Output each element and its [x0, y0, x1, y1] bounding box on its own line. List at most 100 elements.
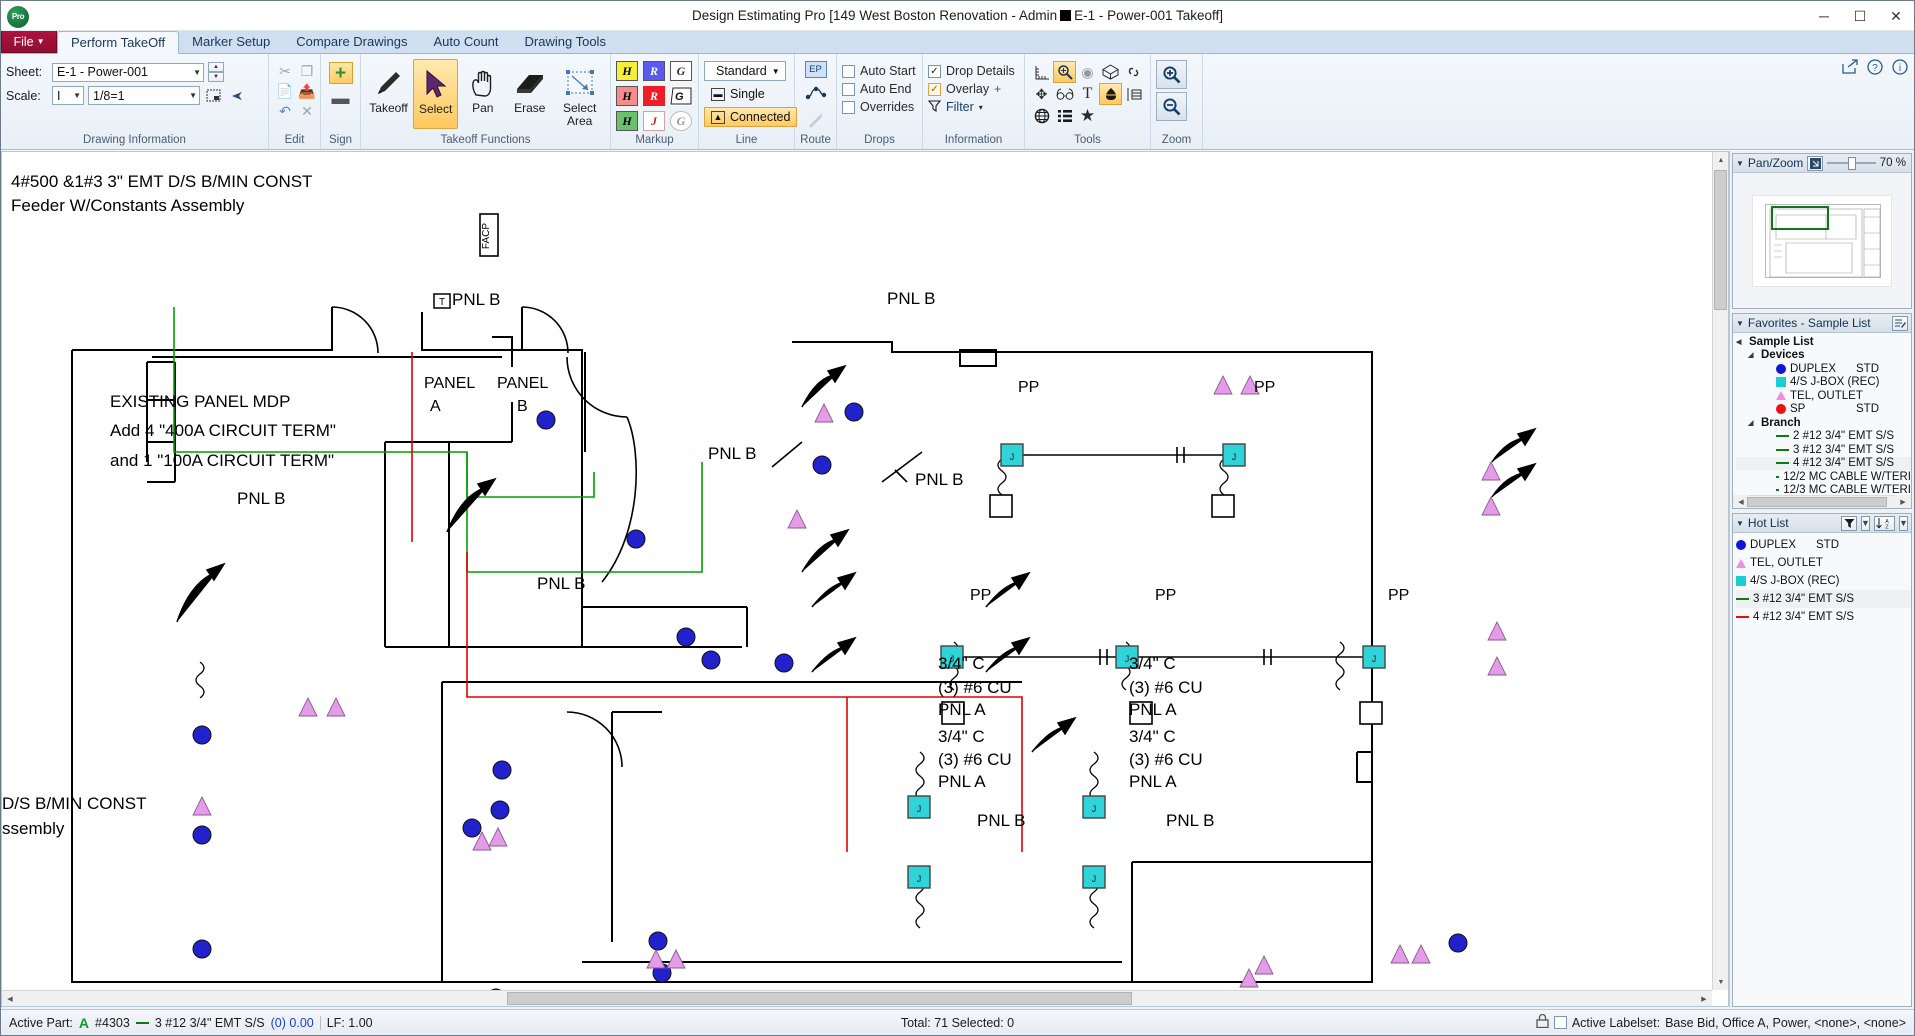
canvas-vertical-scrollbar[interactable]: ▲ ▼: [1712, 152, 1728, 990]
line-single-button[interactable]: ▬ Single: [704, 84, 772, 104]
maximize-button[interactable]: ☐: [1842, 2, 1878, 30]
viewport-indicator[interactable]: [1771, 206, 1829, 230]
expand-caret-icon[interactable]: ◢: [1748, 351, 1757, 359]
link-icon[interactable]: [1122, 61, 1145, 83]
text-tool-icon[interactable]: T: [1076, 83, 1099, 105]
sign-minus-button[interactable]: ▬: [329, 89, 353, 107]
list-item[interactable]: TEL, OUTLET: [1736, 554, 1911, 572]
tab-marker-setup[interactable]: Marker Setup: [179, 30, 283, 53]
tab-drawing-tools[interactable]: Drawing Tools: [512, 30, 619, 53]
zoom-in-button[interactable]: [1156, 60, 1187, 89]
overlay-checkbox[interactable]: ✓: [928, 83, 941, 96]
sign-plus-button[interactable]: +: [329, 62, 353, 84]
markup-swatch-highlight-yellow[interactable]: H: [616, 61, 638, 81]
list-item[interactable]: 4 #12 3/4" EMT S/S: [1736, 457, 1911, 471]
sheet-stepper-up[interactable]: ▲: [208, 62, 224, 72]
markup-swatch-highlight-red[interactable]: H: [616, 86, 638, 106]
scroll-left-icon[interactable]: ◀: [2, 991, 18, 1007]
favorites-horizontal-scrollbar[interactable]: ◀ ▶: [1733, 495, 1911, 508]
tab-compare-drawings[interactable]: Compare Drawings: [283, 30, 420, 53]
favorites-group-devices[interactable]: ◢ Devices: [1736, 349, 1911, 363]
list-item[interactable]: DUPLEX STD: [1736, 362, 1911, 376]
paste-icon[interactable]: 📄: [274, 81, 296, 101]
scale-unit-select[interactable]: I ▼: [52, 86, 84, 105]
tab-perform-takeoff[interactable]: Perform TakeOff: [57, 31, 179, 54]
horizontal-scroll-thumb[interactable]: [507, 992, 1132, 1005]
lock-icon[interactable]: [1536, 1014, 1549, 1031]
takeoff-button[interactable]: Takeoff: [366, 59, 411, 129]
list-item[interactable]: 12/2 MC CABLE W/TERI: [1736, 470, 1911, 484]
line-style-select[interactable]: Standard ▼: [704, 61, 786, 81]
bucket-fill-icon[interactable]: [1099, 83, 1122, 105]
share-icon[interactable]: [1841, 58, 1858, 75]
expand-caret-icon[interactable]: ◢: [1748, 419, 1757, 427]
markup-swatch-group-slanted[interactable]: G: [670, 86, 692, 106]
favorites-group-branch[interactable]: ◢ Branch: [1736, 416, 1911, 430]
auto-start-row[interactable]: Auto Start: [842, 62, 916, 80]
filter-row[interactable]: Filter ▾: [928, 98, 983, 116]
info-icon[interactable]: i: [1891, 58, 1908, 75]
help-icon[interactable]: ?: [1866, 58, 1883, 75]
select-region-icon[interactable]: [204, 86, 223, 105]
markup-swatch-highlight-green[interactable]: H: [616, 111, 638, 131]
labelset-checkbox[interactable]: [1554, 1016, 1567, 1029]
favorites-root-row[interactable]: ◀ Sample List: [1736, 335, 1911, 349]
select-button[interactable]: Select: [413, 59, 458, 129]
pan-button[interactable]: Pan: [460, 59, 505, 129]
list-item[interactable]: 3 #12 3/4" EMT S/S: [1736, 590, 1911, 608]
move-icon[interactable]: ✥: [1030, 83, 1053, 105]
globe-icon[interactable]: [1030, 105, 1053, 127]
canvas-horizontal-scrollbar[interactable]: ◀ ▶: [2, 990, 1712, 1006]
hotlist-sort-dropdown-icon[interactable]: ▼: [1899, 516, 1908, 531]
favorite-star-icon[interactable]: ★: [1076, 105, 1099, 127]
list-item[interactable]: 4/S J-BOX (REC): [1736, 376, 1911, 390]
favorites-scroll-thumb[interactable]: [1747, 497, 1887, 507]
overrides-checkbox[interactable]: [842, 101, 855, 114]
measure-icon[interactable]: [1030, 61, 1053, 83]
scroll-right-icon[interactable]: ▶: [1696, 991, 1712, 1007]
undo-icon[interactable]: ↶: [274, 101, 296, 121]
paste-special-icon[interactable]: 📤: [296, 81, 318, 101]
list-item[interactable]: 2 #12 3/4" EMT S/S: [1736, 430, 1911, 444]
chevron-down-icon[interactable]: ▾: [979, 103, 983, 112]
cut-icon[interactable]: ✂: [274, 61, 296, 81]
hotlist-filter-icon[interactable]: [1841, 516, 1857, 531]
align-panel-icon[interactable]: [1122, 83, 1145, 105]
copy-icon[interactable]: ❐: [296, 61, 318, 81]
delete-icon[interactable]: ✕: [296, 101, 318, 121]
drawing-canvas[interactable]: FACP T: [1, 151, 1729, 1007]
favorites-edit-icon[interactable]: [1892, 316, 1908, 331]
collapse-caret-icon[interactable]: ▼: [1736, 519, 1744, 528]
glasses-icon[interactable]: [1053, 83, 1076, 105]
markup-swatch-revision-red[interactable]: R: [643, 86, 665, 106]
list-item[interactable]: SP STD: [1736, 403, 1911, 417]
hotlist-sort-icon[interactable]: AZ: [1874, 516, 1895, 531]
undo-scale-icon[interactable]: [227, 86, 246, 105]
scale-select[interactable]: 1/8=1 ▼: [88, 86, 200, 105]
favorites-header[interactable]: ▼ Favorites - Sample List: [1733, 314, 1911, 333]
collapse-caret-icon[interactable]: ▼: [1736, 319, 1744, 328]
route-network-icon[interactable]: [805, 84, 827, 105]
list-item[interactable]: DUPLEX STD: [1736, 536, 1911, 554]
zoom-select-icon[interactable]: [1053, 61, 1076, 83]
minimize-button[interactable]: ─: [1806, 2, 1842, 30]
sheet-select[interactable]: E-1 - Power-001 ▼: [52, 63, 204, 82]
zoom-slider[interactable]: [1827, 157, 1876, 170]
close-button[interactable]: ✕: [1878, 2, 1914, 30]
zoom-slider-thumb[interactable]: [1848, 157, 1856, 170]
select-area-button[interactable]: Select Area: [554, 59, 605, 129]
scroll-down-icon[interactable]: ▼: [1713, 974, 1729, 990]
list-item[interactable]: 4/S J-BOX (REC): [1736, 572, 1911, 590]
vertical-scroll-thumb[interactable]: [1714, 170, 1727, 310]
list-item[interactable]: TEL, OUTLET: [1736, 389, 1911, 403]
auto-end-checkbox[interactable]: [842, 83, 855, 96]
markup-swatch-revision-blue[interactable]: R: [643, 61, 665, 81]
auto-start-checkbox[interactable]: [842, 65, 855, 78]
drop-details-row[interactable]: ✓ Drop Details: [928, 62, 1015, 80]
sheet-stepper[interactable]: ▲ ▼: [208, 62, 224, 82]
drop-details-checkbox[interactable]: ✓: [928, 65, 941, 78]
markup-swatch-group-white[interactable]: G: [670, 61, 692, 81]
cube-icon[interactable]: [1099, 61, 1122, 83]
tab-auto-count[interactable]: Auto Count: [420, 30, 511, 53]
file-menu-button[interactable]: File ▼: [1, 30, 57, 53]
